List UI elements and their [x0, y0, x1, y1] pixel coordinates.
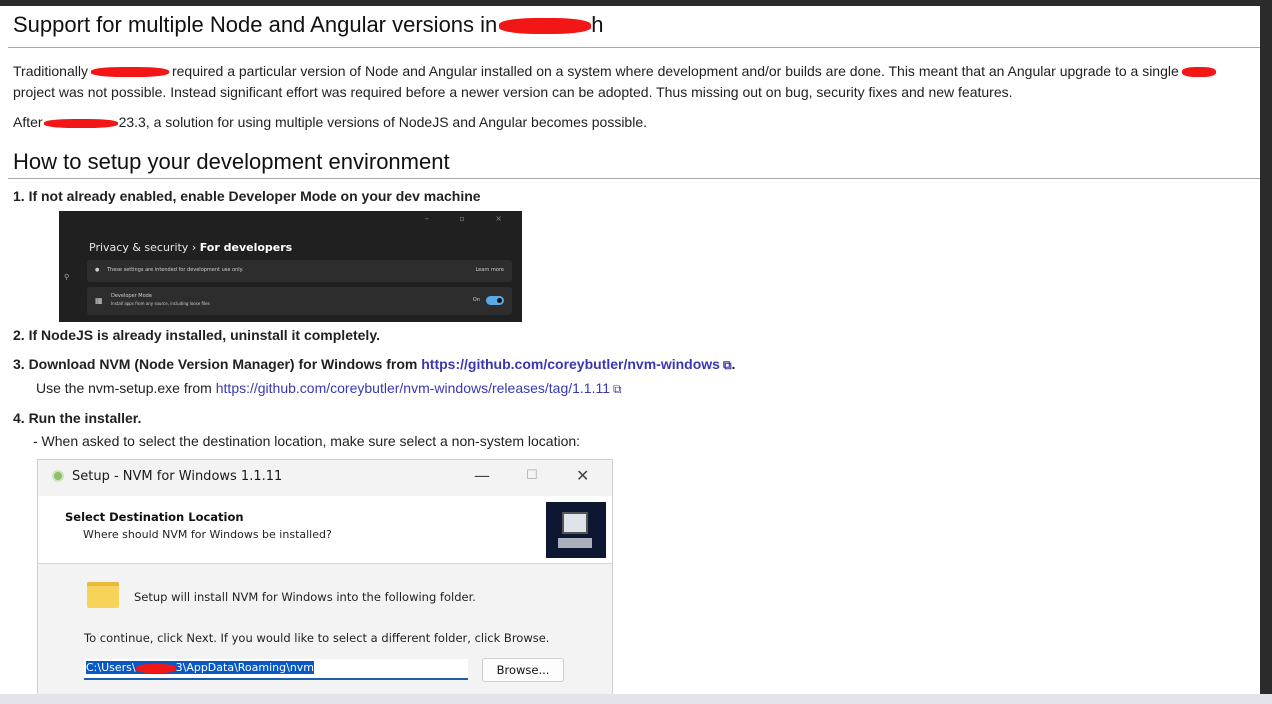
external-link-icon: ⧉ — [613, 382, 622, 396]
redaction-mark — [135, 663, 176, 673]
step-1: 1. If not already enabled, enable Develo… — [13, 188, 481, 204]
dialog-header: Select Destination Location Where should… — [38, 496, 612, 564]
intro-line-2: project was not possible. Instead signif… — [13, 84, 1013, 100]
dialog-step-subtitle: Where should NVM for Windows be installe… — [83, 528, 332, 541]
nvm-windows-link[interactable]: https://github.com/coreybutler/nvm-windo… — [421, 356, 720, 372]
page-title: Support for multiple Node and Angular ve… — [13, 12, 604, 37]
developer-mode-row: ▦ Developer Mode Install apps from any s… — [87, 287, 512, 315]
computer-icon — [546, 502, 606, 558]
setup-heading: How to setup your development environmen… — [13, 149, 450, 174]
maximize-icon[interactable]: ☐ — [526, 468, 538, 483]
dialog-title: Setup - NVM for Windows 1.1.11 — [72, 469, 283, 484]
search-icon: ⚲ — [64, 273, 70, 281]
scrollbar-gutter[interactable] — [1260, 0, 1272, 704]
dialog-titlebar: Setup - NVM for Windows 1.1.11 — ☐ ✕ — [38, 460, 612, 496]
developer-mode-desc: Install apps from any source, including … — [111, 301, 210, 306]
document-page: Support for multiple Node and Angular ve… — [0, 6, 1260, 694]
title-divider — [8, 47, 1260, 48]
developer-mode-icon: ▦ — [95, 296, 103, 305]
continue-instructions: To continue, click Next. If you would li… — [84, 631, 550, 645]
toggle-state-label: On — [472, 297, 480, 303]
step-4-note: - When asked to select the destination l… — [33, 433, 581, 449]
step-4: 4. Run the installer. — [13, 410, 142, 426]
redaction-mark — [499, 18, 592, 35]
info-text: These settings are intended for developm… — [107, 267, 244, 273]
settings-breadcrumb: Privacy & security › For developers — [89, 241, 293, 254]
redaction-mark — [43, 118, 118, 128]
redaction-mark — [1181, 67, 1216, 78]
nvm-release-link[interactable]: https://github.com/coreybutler/nvm-windo… — [216, 380, 610, 396]
step-2: 2. If NodeJS is already installed, unins… — [13, 327, 380, 343]
step-3-note: Use the nvm-setup.exe from https://githu… — [36, 380, 622, 396]
install-folder-text: Setup will install NVM for Windows into … — [134, 590, 476, 604]
redaction-mark — [90, 67, 169, 78]
developer-settings-screenshot: – ▫ × Privacy & security › For developer… — [59, 211, 522, 322]
after-version-line: After 23.3, a solution for using multiple… — [13, 114, 647, 130]
learn-more-link[interactable]: Learn more — [475, 267, 504, 273]
browse-button[interactable]: Browse... — [482, 658, 564, 682]
nvm-setup-dialog: Setup - NVM for Windows 1.1.11 — ☐ ✕ Sel… — [37, 459, 613, 694]
installer-app-icon — [52, 470, 64, 482]
info-row: ● These settings are intended for develo… — [87, 260, 512, 282]
destination-path-input[interactable]: C:\Users\ 3\AppData\Roaming\nvm — [84, 659, 468, 680]
external-link-icon: ⧉ — [722, 358, 732, 372]
developer-mode-title: Developer Mode — [111, 293, 152, 299]
setup-divider — [8, 178, 1260, 179]
dialog-step-title: Select Destination Location — [65, 510, 244, 524]
close-icon[interactable]: ✕ — [576, 466, 589, 485]
developer-mode-toggle[interactable] — [486, 296, 504, 305]
minimize-icon[interactable]: — — [474, 466, 490, 485]
bottom-bar — [0, 694, 1272, 704]
intro-line-1: Traditionally required a particular versi… — [13, 61, 1216, 81]
step-3: 3. Download NVM (Node Version Manager) f… — [13, 356, 736, 372]
folder-icon — [87, 582, 119, 608]
window-controls: – ▫ × — [424, 214, 516, 223]
info-icon: ● — [95, 267, 100, 273]
